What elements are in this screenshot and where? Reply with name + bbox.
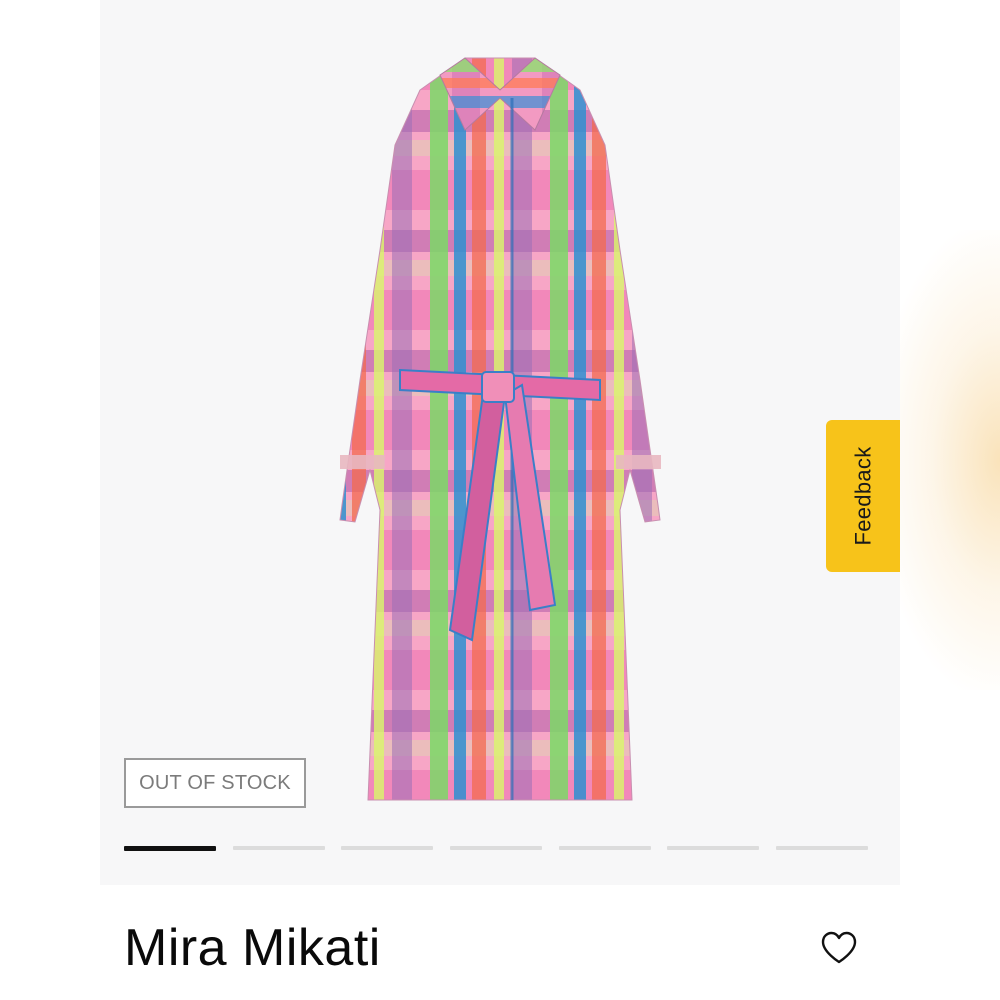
- brand-name[interactable]: Mira Mikati: [124, 922, 381, 974]
- product-page: OUT OF STOCK Feedback Mira Mikati: [0, 0, 1000, 1000]
- product-image[interactable]: [300, 50, 700, 820]
- carousel-indicator-7[interactable]: [775, 846, 868, 850]
- carousel-indicator-6[interactable]: [667, 846, 760, 850]
- carousel-indicator-3[interactable]: [341, 846, 434, 850]
- carousel-indicator-4[interactable]: [449, 846, 542, 850]
- carousel-indicator-2[interactable]: [232, 846, 325, 850]
- stock-status-label: OUT OF STOCK: [139, 771, 291, 794]
- heart-outline-icon[interactable]: [820, 930, 858, 966]
- carousel-indicator-1[interactable]: [124, 846, 216, 851]
- feedback-label: Feedback: [850, 446, 876, 546]
- carousel-indicator-5[interactable]: [558, 846, 651, 850]
- feedback-button[interactable]: Feedback: [826, 420, 900, 572]
- carousel-indicators: [124, 846, 868, 852]
- out-of-stock-badge: OUT OF STOCK: [124, 758, 306, 808]
